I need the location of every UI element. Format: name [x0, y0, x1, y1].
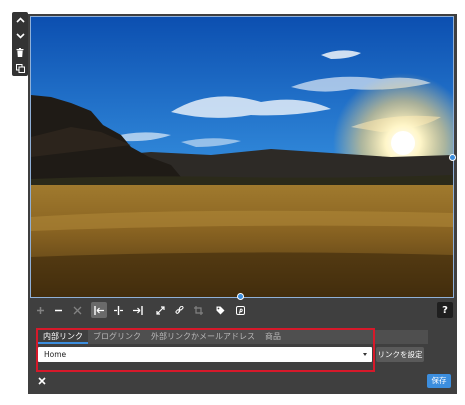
close-button[interactable] — [36, 375, 48, 387]
image-block-editor: ? 内部リンク ブログリンク 外部リンクかメールアドレス 商品 Home リンク… — [28, 14, 457, 394]
align-right-icon — [132, 305, 143, 315]
trash-icon — [16, 47, 24, 57]
tab-external-link[interactable]: 外部リンクかメールアドレス — [146, 330, 260, 344]
zoom-out-button[interactable] — [50, 302, 66, 318]
chevron-down-icon — [15, 33, 25, 39]
tab-blog-link[interactable]: ブログリンク — [88, 330, 146, 344]
tab-internal-link[interactable]: 内部リンク — [38, 330, 88, 344]
align-center-icon — [113, 305, 123, 315]
pinterest-icon — [235, 305, 245, 315]
tag-icon — [216, 306, 224, 314]
align-left-button[interactable] — [91, 302, 107, 318]
chevron-down-icon — [363, 353, 367, 356]
minus-icon — [54, 309, 62, 311]
align-left-icon — [93, 305, 104, 315]
link-target-select[interactable]: Home — [38, 347, 372, 362]
resize-handle-bottom[interactable] — [237, 293, 244, 300]
resize-handle-right[interactable] — [449, 154, 456, 161]
link-button[interactable] — [171, 302, 187, 318]
delete-button[interactable] — [12, 45, 28, 60]
zoom-in-button[interactable] — [32, 302, 48, 318]
expand-icon — [155, 305, 165, 315]
pinterest-button[interactable] — [232, 302, 248, 318]
link-icon — [175, 305, 183, 314]
help-button[interactable]: ? — [437, 302, 453, 318]
link-type-tabs: 内部リンク ブログリンク 外部リンクかメールアドレス 商品 — [38, 330, 428, 344]
duplicate-icon — [15, 63, 25, 73]
duplicate-button[interactable] — [12, 61, 28, 76]
expand-button[interactable] — [152, 302, 168, 318]
fit-icon — [73, 306, 81, 314]
move-up-button[interactable] — [12, 13, 28, 28]
align-center-button[interactable] — [110, 302, 126, 318]
save-button[interactable]: 保存 — [427, 374, 451, 388]
plus-icon — [36, 306, 44, 314]
chevron-up-icon — [15, 17, 25, 23]
image-toolbar: ? — [28, 300, 457, 322]
landscape-image[interactable] — [30, 16, 454, 298]
align-right-button[interactable] — [129, 302, 145, 318]
block-side-toolbar — [12, 12, 28, 76]
fit-button[interactable] — [69, 302, 85, 318]
crop-button[interactable] — [190, 302, 206, 318]
close-icon — [38, 377, 46, 385]
link-target-value: Home — [44, 350, 67, 359]
tag-button[interactable] — [212, 302, 228, 318]
tab-product[interactable]: 商品 — [260, 330, 286, 344]
move-down-button[interactable] — [12, 29, 28, 44]
set-link-button[interactable]: リンクを設定 — [376, 347, 424, 362]
crop-icon — [193, 305, 203, 315]
